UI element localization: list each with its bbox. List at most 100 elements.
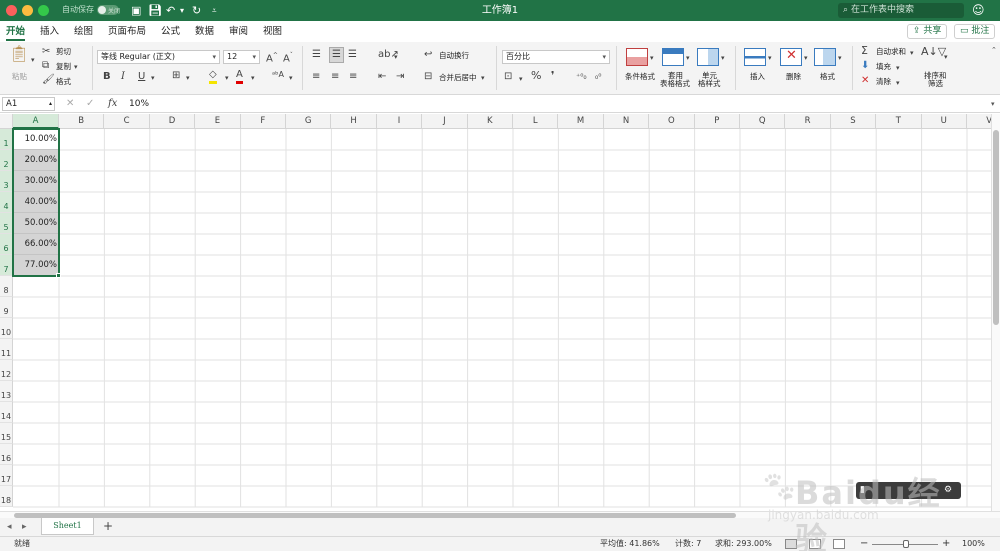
align-center-icon[interactable]: ≡ bbox=[331, 71, 339, 83]
format-painter-icon[interactable]: 🖌︎ bbox=[42, 74, 55, 86]
bold-button[interactable]: B bbox=[103, 71, 111, 83]
column-header-c[interactable]: C bbox=[104, 114, 150, 129]
confirm-entry-icon[interactable]: ✓ bbox=[86, 97, 94, 111]
align-middle-icon[interactable]: ☰ bbox=[329, 47, 344, 63]
column-header-m[interactable]: M bbox=[558, 114, 604, 129]
accounting-dropdown-icon[interactable]: ▾ bbox=[519, 73, 523, 85]
cell-a6[interactable]: 66.00% bbox=[13, 234, 59, 255]
font-color-icon[interactable]: A bbox=[236, 69, 243, 84]
row-header-8[interactable]: 8 bbox=[0, 276, 13, 297]
zoom-level[interactable]: 100% bbox=[962, 537, 985, 551]
delete-cells-button[interactable]: 删除 bbox=[786, 72, 801, 82]
cell-a2[interactable]: 20.00% bbox=[13, 150, 59, 171]
merge-dropdown-icon[interactable]: ▾ bbox=[481, 72, 485, 84]
align-bottom-icon[interactable]: ☰ bbox=[348, 49, 357, 61]
align-left-icon[interactable]: ≡ bbox=[312, 71, 320, 83]
row-header-6[interactable]: 6 bbox=[0, 234, 13, 255]
cell-a5[interactable]: 50.00% bbox=[13, 213, 59, 234]
column-header-f[interactable]: F bbox=[241, 114, 286, 129]
row-header-1[interactable]: 1 bbox=[0, 129, 13, 150]
paste-dropdown-icon[interactable]: ▾ bbox=[31, 54, 35, 66]
share-button[interactable]: ⇪ 共享 bbox=[907, 24, 948, 39]
font-name-select[interactable]: 等线 Regular (正文) ▾ bbox=[97, 50, 220, 64]
cell-styles-icon[interactable] bbox=[697, 48, 719, 66]
row-header-12[interactable]: 12 bbox=[0, 360, 13, 381]
column-header-p[interactable]: P bbox=[695, 114, 740, 129]
cut-button[interactable]: 剪切 bbox=[56, 47, 71, 57]
comma-style-icon[interactable]: ❜ bbox=[551, 70, 555, 82]
format-painter-button[interactable]: 格式 bbox=[56, 77, 71, 87]
format-cells-button[interactable]: 格式 bbox=[820, 72, 835, 82]
cell-styles-label-2[interactable]: 格样式 bbox=[698, 79, 721, 89]
row-header-13[interactable]: 13 bbox=[0, 381, 13, 402]
paste-icon[interactable]: 📋︎ bbox=[8, 46, 30, 68]
font-color-dropdown-icon[interactable]: ▾ bbox=[251, 72, 255, 84]
insert-function-icon[interactable]: fx bbox=[108, 97, 117, 111]
spreadsheet-grid[interactable]: ABCDEFGHIJKLMNOPQRSTUV 10.00% 20.00% 30.00… bbox=[0, 114, 991, 511]
underline-dropdown-icon[interactable]: ▾ bbox=[151, 72, 155, 84]
row-header-14[interactable]: 14 bbox=[0, 402, 13, 423]
merge-center-icon[interactable]: ⊟ bbox=[424, 71, 432, 83]
column-header-u[interactable]: U bbox=[922, 114, 967, 129]
row-header-18[interactable]: 18 bbox=[0, 486, 13, 507]
tab-insert[interactable]: 插入 bbox=[40, 21, 59, 42]
column-header-l[interactable]: L bbox=[513, 114, 559, 129]
name-box[interactable]: A1▴▾ bbox=[2, 97, 55, 119]
number-format-select[interactable]: 百分比 ▾ bbox=[502, 50, 610, 64]
cell-a4[interactable]: 40.00% bbox=[13, 192, 59, 213]
formula-input[interactable]: 10% bbox=[129, 97, 149, 111]
row-header-2[interactable]: 2 bbox=[0, 150, 13, 171]
decrease-indent-icon[interactable]: ⇤ bbox=[378, 71, 386, 83]
collapse-ribbon-icon[interactable]: ⌃ bbox=[991, 44, 997, 56]
sheet-tab-sheet1[interactable]: Sheet1 bbox=[41, 518, 94, 535]
insert-cells-icon[interactable] bbox=[744, 48, 766, 66]
insert-cells-button[interactable]: 插入 bbox=[750, 72, 765, 82]
next-sheet-icon[interactable]: ▸ bbox=[22, 520, 27, 535]
orientation-dropdown-icon[interactable]: ▾ bbox=[394, 51, 398, 63]
italic-button[interactable]: I bbox=[121, 71, 125, 83]
increase-indent-icon[interactable]: ⇥ bbox=[396, 71, 404, 83]
column-header-j[interactable]: J bbox=[422, 114, 468, 129]
cut-icon[interactable]: ✂ bbox=[42, 46, 50, 58]
fill-color-dropdown-icon[interactable]: ▾ bbox=[225, 72, 229, 84]
tab-draw[interactable]: 绘图 bbox=[74, 21, 93, 42]
column-header-v[interactable]: V bbox=[967, 114, 991, 129]
row-header-5[interactable]: 5 bbox=[0, 213, 13, 234]
row-header-4[interactable]: 4 bbox=[0, 192, 13, 213]
autosum-button[interactable]: 自动求和 bbox=[876, 47, 906, 57]
conditional-format-icon[interactable] bbox=[626, 48, 648, 66]
align-right-icon[interactable]: ≡ bbox=[349, 71, 357, 83]
format-dropdown-icon[interactable]: ▾ bbox=[838, 52, 842, 64]
column-header-b[interactable]: B bbox=[59, 114, 105, 129]
phonetic-dropdown-icon[interactable]: ▾ bbox=[289, 72, 293, 84]
user-profile-icon[interactable]: ☺ bbox=[972, 3, 985, 18]
clear-button[interactable]: 清除 bbox=[876, 77, 891, 87]
fill-handle[interactable] bbox=[56, 273, 61, 278]
tab-formulas[interactable]: 公式 bbox=[161, 21, 180, 42]
comments-button[interactable]: ▭ 批注 bbox=[954, 24, 996, 39]
prev-sheet-icon[interactable]: ◂ bbox=[7, 520, 12, 535]
column-header-e[interactable]: E bbox=[195, 114, 241, 129]
sort-filter-icon[interactable]: A↓▽ bbox=[921, 46, 946, 58]
fill-dropdown-icon[interactable]: ▾ bbox=[896, 62, 900, 74]
conditional-format-button[interactable]: 条件格式 bbox=[625, 72, 655, 82]
cell-a7[interactable]: 77.00% bbox=[13, 255, 59, 276]
sort-filter-label-2[interactable]: 筛选 bbox=[928, 79, 943, 89]
column-header-r[interactable]: R bbox=[785, 114, 831, 129]
table-format-icon[interactable] bbox=[662, 48, 684, 66]
column-header-k[interactable]: K bbox=[468, 114, 513, 129]
column-header-h[interactable]: H bbox=[331, 114, 377, 129]
decrease-font-icon[interactable]: Aˇ bbox=[283, 50, 293, 65]
select-all-corner[interactable] bbox=[0, 114, 13, 129]
copy-icon[interactable]: ⧉ bbox=[42, 60, 49, 72]
increase-decimal-icon[interactable]: ⁺⁰₀ bbox=[576, 71, 587, 83]
sort-filter-dropdown-icon[interactable]: ▾ bbox=[944, 51, 948, 63]
column-header-o[interactable]: O bbox=[649, 114, 695, 129]
delete-cells-icon[interactable]: ✕ bbox=[780, 48, 802, 66]
underline-button[interactable]: U bbox=[138, 71, 145, 83]
borders-dropdown-icon[interactable]: ▾ bbox=[186, 72, 190, 84]
format-cells-icon[interactable] bbox=[814, 48, 836, 66]
vertical-scroll-thumb[interactable] bbox=[993, 130, 999, 325]
accounting-format-icon[interactable]: ⊡ bbox=[504, 71, 512, 83]
column-header-q[interactable]: Q bbox=[740, 114, 786, 129]
